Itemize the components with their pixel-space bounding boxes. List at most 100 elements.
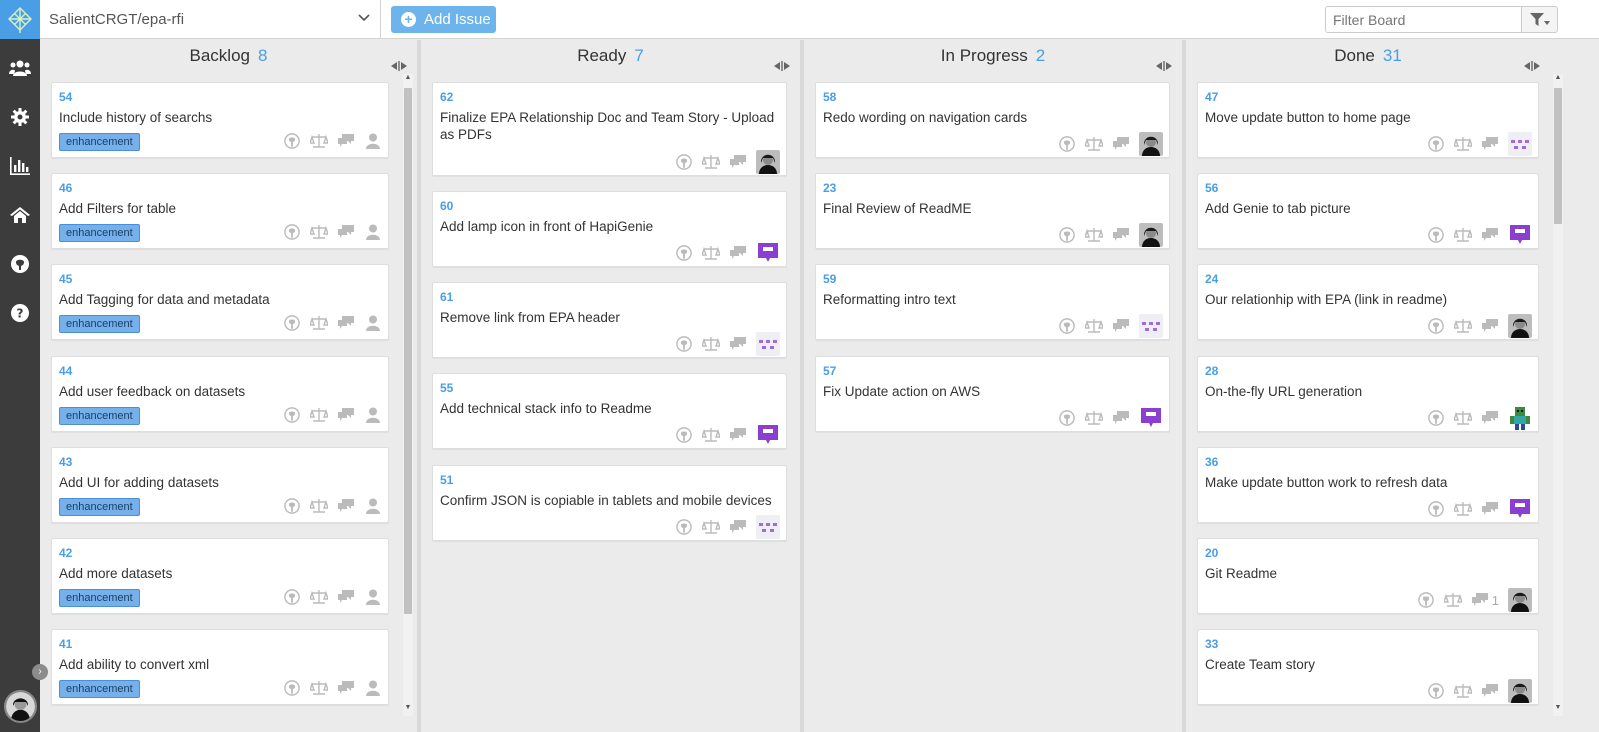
issue-card[interactable]: 28 On-the-fly URL generation — [1197, 355, 1539, 432]
issue-number[interactable]: 55 — [440, 381, 453, 395]
comments-icon[interactable] — [1481, 500, 1499, 518]
comments-icon[interactable] — [1471, 591, 1489, 609]
scale-icon[interactable] — [702, 244, 720, 262]
issue-label[interactable]: enhancement — [59, 497, 140, 516]
issue-card[interactable]: 58 Redo wording on navigation cards — [815, 82, 1170, 158]
filter-board-input[interactable] — [1325, 6, 1522, 33]
comments-icon[interactable] — [1112, 317, 1130, 335]
issue-card[interactable]: 36 Make update button work to refresh dat… — [1197, 446, 1539, 523]
unassigned-user-icon[interactable] — [364, 223, 382, 241]
comments-icon[interactable] — [1112, 226, 1130, 244]
issue-title[interactable]: Remove link from EPA header — [440, 309, 775, 326]
assignee-avatar[interactable] — [1139, 405, 1163, 430]
issue-title[interactable]: Add UI for adding datasets — [59, 474, 377, 491]
scale-icon[interactable] — [1443, 591, 1462, 609]
scale-icon[interactable] — [1454, 500, 1472, 518]
app-logo-icon[interactable] — [0, 0, 40, 39]
gear-icon[interactable] — [0, 97, 40, 137]
scale-icon[interactable] — [702, 335, 720, 353]
issue-number[interactable]: 23 — [823, 181, 836, 195]
collapse-column-icon[interactable] — [1524, 50, 1540, 82]
issue-title[interactable]: Confirm JSON is copiable in tablets and … — [440, 492, 775, 509]
issue-title[interactable]: Fix Update action on AWS — [823, 383, 1158, 400]
issue-number[interactable]: 47 — [1205, 90, 1218, 104]
scale-icon[interactable] — [1085, 317, 1103, 335]
assignee-avatar[interactable] — [1508, 588, 1532, 612]
comments-icon[interactable] — [337, 406, 355, 424]
issue-label[interactable]: enhancement — [59, 589, 140, 607]
comments-icon[interactable] — [729, 335, 747, 353]
github-icon[interactable] — [283, 132, 301, 150]
scale-icon[interactable] — [1454, 226, 1472, 244]
scale-icon[interactable] — [1085, 135, 1103, 153]
github-icon[interactable] — [675, 426, 693, 444]
comments-icon[interactable] — [1481, 317, 1499, 335]
unassigned-user-icon[interactable] — [364, 132, 382, 150]
github-icon[interactable] — [1058, 135, 1076, 153]
issue-number[interactable]: 24 — [1205, 272, 1218, 286]
issue-number[interactable]: 54 — [59, 90, 72, 104]
scrollbar[interactable]: ▲ ▼ — [403, 74, 413, 716]
github-icon[interactable] — [1417, 591, 1435, 609]
comments-icon[interactable] — [337, 223, 355, 241]
collapse-column-icon[interactable] — [774, 50, 790, 82]
issue-title[interactable]: Git Readme — [1205, 565, 1527, 582]
issue-number[interactable]: 51 — [440, 473, 453, 487]
issue-title[interactable]: Add lamp icon in front of HapiGenie — [440, 218, 775, 235]
scroll-down-arrow[interactable]: ▼ — [403, 704, 413, 711]
issue-card[interactable]: 57 Fix Update action on AWS — [815, 355, 1170, 432]
issue-title[interactable]: Add Genie to tab picture — [1205, 200, 1527, 217]
issue-title[interactable]: Include history of searchs — [59, 109, 377, 126]
issue-number[interactable]: 20 — [1205, 546, 1218, 560]
comments-icon[interactable] — [1112, 135, 1130, 153]
github-icon[interactable] — [0, 244, 40, 284]
issue-number[interactable]: 60 — [440, 199, 453, 213]
issue-title[interactable]: Finalize EPA Relationship Doc and Team S… — [440, 109, 775, 143]
github-icon[interactable] — [283, 223, 301, 241]
issue-title[interactable]: Move update button to home page — [1205, 109, 1527, 126]
issue-title[interactable]: Add more datasets — [59, 565, 377, 582]
comments-icon[interactable] — [729, 426, 747, 444]
issue-card[interactable]: 46 Add Filters for table enhancement — [51, 173, 389, 250]
github-icon[interactable] — [283, 679, 301, 697]
github-icon[interactable] — [1427, 135, 1445, 153]
github-icon[interactable] — [675, 153, 693, 171]
comments-icon[interactable] — [337, 588, 355, 606]
issue-card[interactable]: 45 Add Tagging for data and metadata enhan… — [51, 264, 389, 341]
assignee-avatar[interactable] — [756, 332, 780, 357]
scale-icon[interactable] — [310, 132, 328, 150]
scale-icon[interactable] — [1454, 409, 1472, 427]
comments-icon[interactable] — [1481, 135, 1499, 153]
assignee-avatar[interactable] — [756, 241, 780, 265]
scale-icon[interactable] — [702, 153, 720, 171]
issue-title[interactable]: Add technical stack info to Readme — [440, 400, 775, 417]
scale-icon[interactable] — [310, 314, 328, 332]
issue-number[interactable]: 33 — [1205, 637, 1218, 651]
github-icon[interactable] — [1058, 317, 1076, 335]
issue-label[interactable]: enhancement — [59, 680, 140, 699]
comments-icon[interactable] — [337, 497, 355, 515]
github-icon[interactable] — [1427, 226, 1445, 244]
issue-label[interactable]: enhancement — [59, 406, 140, 425]
comments-icon[interactable] — [729, 153, 747, 171]
scale-icon[interactable] — [1085, 409, 1103, 427]
issue-number[interactable]: 46 — [59, 181, 72, 195]
comments-icon[interactable] — [1112, 409, 1130, 427]
unassigned-user-icon[interactable] — [364, 314, 382, 332]
scrollbar[interactable]: ▲ ▼ — [1553, 74, 1563, 716]
github-icon[interactable] — [283, 314, 301, 332]
comments-icon[interactable] — [337, 679, 355, 697]
issue-number[interactable]: 28 — [1205, 364, 1218, 378]
assignee-avatar[interactable] — [756, 150, 780, 174]
issue-card[interactable]: 47 Move update button to home page — [1197, 82, 1539, 158]
scrollbar-thumb[interactable] — [1554, 88, 1562, 224]
assignee-avatar[interactable] — [1508, 132, 1532, 156]
github-icon[interactable] — [1058, 409, 1076, 427]
github-icon[interactable] — [283, 406, 301, 424]
issue-label[interactable]: enhancement — [59, 315, 140, 334]
assignee-avatar[interactable] — [1508, 405, 1532, 430]
scale-icon[interactable] — [310, 679, 328, 697]
github-icon[interactable] — [675, 335, 693, 353]
github-icon[interactable] — [283, 588, 301, 606]
issue-number[interactable]: 62 — [440, 90, 453, 104]
